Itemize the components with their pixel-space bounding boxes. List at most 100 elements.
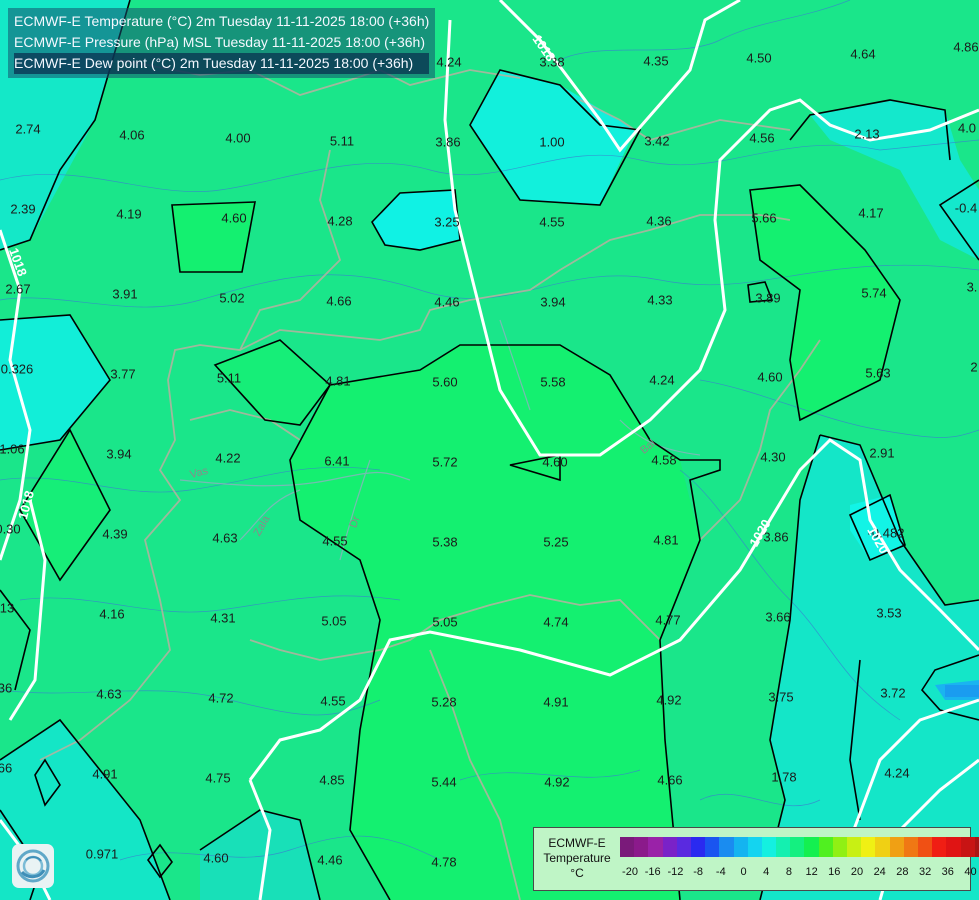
map-value: 4.74 [543, 614, 569, 630]
map-value: 4.86 [953, 39, 979, 55]
map-value: 4.06 [119, 127, 145, 143]
map-value: 4.24 [436, 54, 462, 70]
legend-swatch [875, 837, 890, 857]
legend-swatch [861, 837, 876, 857]
map-value: 4.60 [757, 369, 783, 385]
legend-tick-label: 8 [785, 866, 792, 878]
weather-map: ECMWF-E Temperature (°C) 2m Tuesday 11-1… [0, 0, 979, 900]
legend-tick-label: 36 [941, 866, 954, 878]
map-value: 2.74 [15, 121, 41, 137]
map-value: 4.92 [656, 692, 682, 708]
map-value: 4.91 [92, 766, 118, 782]
map-value: 4.24 [884, 765, 910, 781]
map-value: 2.39 [10, 201, 36, 217]
map-value: 4.92 [544, 774, 570, 790]
legend-tick-label: 20 [850, 866, 864, 878]
map-value: 2.91 [869, 445, 895, 461]
map-value: 5.60 [432, 374, 458, 390]
legend-swatch [946, 837, 961, 857]
map-value: 3.66 [765, 609, 791, 625]
map-value: 5.72 [432, 454, 458, 470]
legend-tick-label: -16 [644, 866, 661, 878]
legend-swatch [917, 837, 933, 857]
legend-swatch [932, 837, 947, 857]
map-value: 2 [970, 359, 978, 375]
map-value: 4.50 [746, 50, 772, 66]
map-value: 5.11 [216, 370, 242, 386]
map-value: 5.66 [751, 210, 777, 226]
map-value: 3.25 [434, 214, 460, 230]
title-dewpoint: ECMWF-E Dew point (°C) 2m Tuesday 11-11-… [14, 53, 430, 74]
map-value: 4.22 [215, 450, 241, 466]
legend-swatch [705, 837, 720, 857]
legend-tick-label: -12 [667, 866, 684, 878]
map-value: 1.00 [539, 134, 565, 150]
legend-tick-label: -20 [622, 866, 638, 878]
map-value: 6.41 [324, 453, 350, 469]
legend-swatch [676, 837, 691, 857]
legend-tick-label: -4 [715, 866, 726, 878]
map-value: 5.05 [432, 614, 458, 630]
legend-swatch [790, 837, 805, 857]
map-value: 4.60 [542, 454, 568, 470]
map-value: 0.326 [0, 361, 34, 377]
map-value: 4.24 [649, 372, 675, 388]
legend-swatch [804, 837, 819, 857]
legend-swatch [747, 837, 762, 857]
legend-swatch [634, 837, 649, 857]
map-value: 4.16 [99, 606, 125, 622]
legend-swatch [648, 837, 663, 857]
legend-tick-label: -8 [693, 866, 703, 878]
map-value: 66 [0, 760, 13, 776]
map-value: 5.38 [432, 534, 458, 550]
map-value: 4.77 [655, 612, 681, 628]
map-value: 4.46 [317, 852, 343, 868]
map-value: 4.33 [647, 292, 673, 308]
map-value: 4.55 [322, 533, 348, 549]
map-value: 5.44 [431, 774, 457, 790]
map-value: 3.42 [644, 133, 670, 149]
map-value: 4.85 [319, 772, 345, 788]
map-value: 5.11 [329, 133, 355, 149]
map-value: 2.67 [5, 281, 31, 297]
map-title-box: ECMWF-E Temperature (°C) 2m Tuesday 11-1… [8, 8, 436, 78]
legend-swatch [832, 837, 847, 857]
legend-tick-label: 32 [918, 866, 932, 878]
map-value: 0.971 [85, 846, 119, 862]
map-value: 3.86 [435, 134, 461, 150]
map-value: 4.35 [643, 53, 669, 69]
legend-swatch [719, 837, 734, 857]
map-value: 4.58 [651, 452, 677, 468]
color-legend: ECMWF-E Temperature °C -20 -16 -12 -8 -4 0 4 8 1… [533, 827, 979, 891]
map-value: 3.77 [110, 366, 136, 382]
map-value: 4.91 [543, 694, 569, 710]
map-value: 3.91 [112, 286, 138, 302]
map-value: 5.28 [431, 694, 457, 710]
map-value: 5.63 [865, 365, 891, 381]
legend-tick-label: 16 [828, 866, 841, 878]
map-value: 4.64 [850, 46, 876, 62]
provider-logo [12, 844, 54, 888]
map-value: 3.89 [755, 290, 781, 306]
legend-swatch [903, 837, 918, 857]
cold-core-marker [945, 685, 979, 697]
legend-swatch [960, 837, 975, 857]
legend-tick-label: 0 [740, 866, 747, 878]
map-fields [0, 0, 979, 900]
map-value: 4.60 [203, 850, 229, 866]
map-value: 3.75 [768, 689, 794, 705]
legend-swatch [776, 837, 791, 857]
map-value: 4.81 [653, 532, 679, 548]
map-value: 4.0 [957, 120, 977, 136]
legend-title-line: ECMWF-E [548, 836, 606, 850]
map-value: 4.30 [760, 449, 786, 465]
legend-swatch [690, 837, 706, 857]
map-value: 2.13 [854, 126, 880, 142]
legend-tick-label: 12 [805, 866, 818, 878]
map-value: 4.81 [325, 373, 351, 389]
map-value: 5.05 [321, 613, 347, 629]
legend-tick-label: 24 [873, 866, 886, 878]
legend-title-line: °C [570, 866, 584, 880]
map-value: 4.36 [646, 213, 672, 229]
map-value: 4.63 [96, 686, 122, 702]
